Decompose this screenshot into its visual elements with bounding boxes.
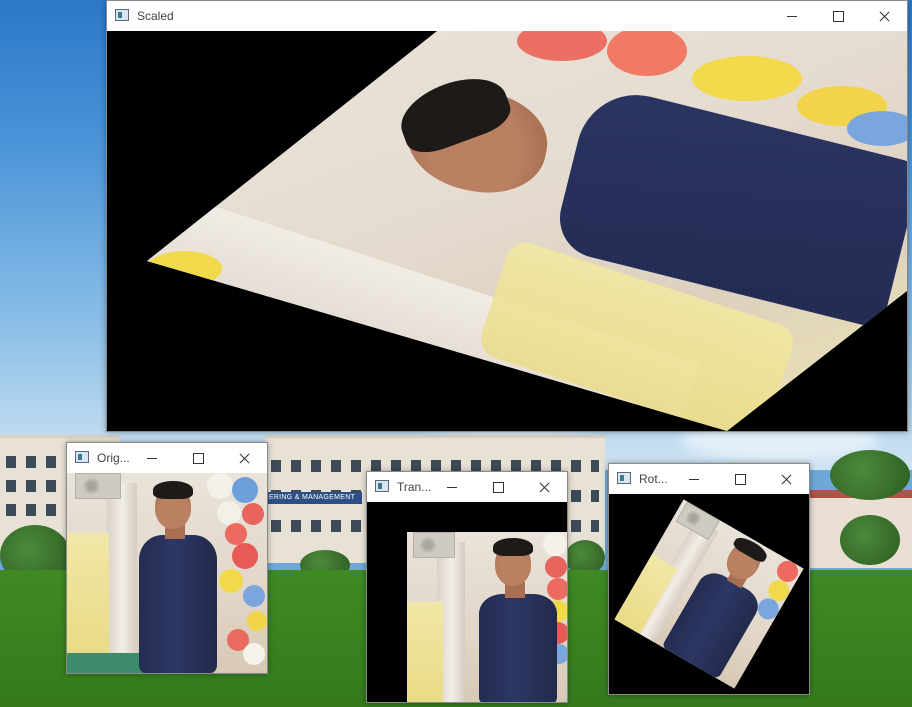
campus-sign: ERING & MANAGEMENT [262,492,362,504]
maximize-icon[interactable] [717,464,763,494]
balloon [232,477,258,503]
balloon [547,578,567,600]
air-conditioner [75,473,121,499]
titlebar[interactable]: Orig... [67,443,267,473]
window-title: Scaled [137,9,174,23]
close-icon[interactable] [221,443,267,473]
tree [840,515,900,565]
person-shirt [479,594,557,702]
minimize-icon[interactable] [429,472,475,502]
app-window-icon [375,480,389,492]
balloon [219,569,243,593]
balloon [847,111,907,146]
window-scaled[interactable]: Scaled [106,0,908,432]
maximize-icon[interactable] [475,472,521,502]
minimize-icon[interactable] [671,464,717,494]
person-hair [493,538,533,556]
balloon [217,501,241,525]
yellow-panel [407,602,443,702]
balloon [147,251,222,286]
image-canvas [609,494,809,694]
app-window-icon [617,472,631,484]
original-image [67,473,267,673]
close-icon[interactable] [521,472,567,502]
rotated-image [614,499,804,689]
balloon [243,643,265,665]
image-canvas [367,502,567,702]
balloon [242,503,264,525]
app-window-icon [115,9,129,21]
titlebar[interactable]: Rot... [609,464,809,494]
image-canvas [107,31,907,431]
tree [830,450,910,500]
scaled-image [147,31,907,431]
close-icon[interactable] [861,1,907,31]
air-conditioner [147,31,217,119]
person-hair [153,481,193,499]
translated-image [407,532,567,702]
person-shirt [139,535,217,673]
titlebar[interactable]: Scaled [107,1,907,31]
balloon [243,585,265,607]
window-rotated[interactable]: Rot... [608,463,810,695]
air-conditioner [413,532,455,558]
balloon [232,543,258,569]
minimize-icon[interactable] [769,1,815,31]
titlebar[interactable]: Tran... [367,472,567,502]
floor [67,653,147,673]
balloon [207,473,233,499]
image-canvas [67,473,267,673]
close-icon[interactable] [763,464,809,494]
window-title: Tran... [397,480,432,494]
balloon [607,31,687,76]
window-title: Orig... [97,451,130,465]
pillar [107,483,137,673]
window-translated[interactable]: Tran... [366,471,568,703]
rotated-image-clip [609,494,809,694]
balloon [517,31,607,61]
balloon [247,611,267,631]
balloon [692,56,802,101]
maximize-icon[interactable] [175,443,221,473]
minimize-icon[interactable] [129,443,175,473]
yellow-panel [67,533,109,653]
maximize-icon[interactable] [815,1,861,31]
balloon [545,556,567,578]
window-title: Rot... [639,472,668,486]
balloon [225,523,247,545]
app-window-icon [75,451,89,463]
window-original[interactable]: Orig... [66,442,268,674]
balloon [543,532,567,556]
